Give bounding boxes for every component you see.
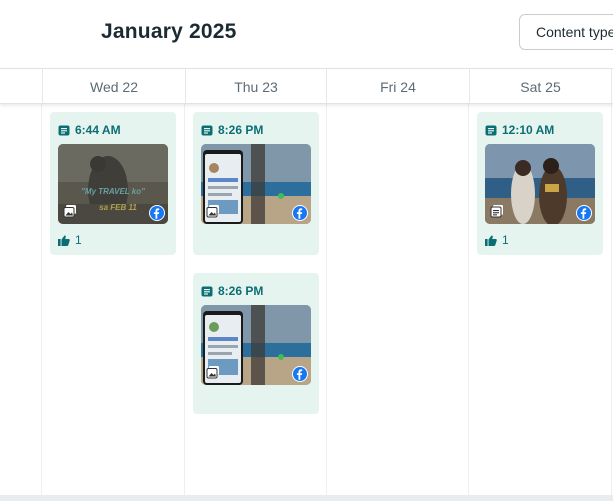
svg-text:"My TRAVEL ko": "My TRAVEL ko": [81, 187, 145, 196]
calendar-topbar: January 2025 Content types: [0, 0, 613, 68]
day-header-sat: Sat 25: [469, 69, 612, 104]
gallery-icon: [63, 205, 76, 218]
content-types-dropdown[interactable]: Content types: [519, 14, 613, 50]
post-time: 12:10 AM: [485, 123, 554, 137]
column-divider: [611, 104, 612, 496]
post-card-sat-1[interactable]: 12:10 AM 1: [477, 112, 603, 255]
document-icon: [490, 205, 503, 218]
post-time: 8:26 PM: [201, 123, 263, 137]
column-divider: [468, 104, 469, 496]
likes-value: 1: [75, 233, 82, 247]
post-time-label: 12:10 AM: [502, 123, 555, 137]
day-header-wed: Wed 22: [42, 69, 185, 104]
day-header-thu: Thu 23: [185, 69, 326, 104]
svg-text:sa FEB 11: sa FEB 11: [99, 203, 137, 212]
post-time: 8:26 PM: [201, 284, 263, 298]
post-doc-icon: [201, 125, 213, 135]
post-doc-icon: [58, 125, 70, 135]
likes-count: 1: [485, 233, 509, 247]
facebook-icon: [576, 205, 592, 221]
horizontal-scrollbar-track[interactable]: [0, 495, 613, 501]
post-card-thu-1[interactable]: 8:26 PM: [193, 112, 319, 255]
facebook-icon: [292, 205, 308, 221]
thumbs-up-icon: [58, 234, 70, 246]
column-divider: [184, 104, 185, 496]
thumbs-up-icon: [485, 234, 497, 246]
post-time-label: 8:26 PM: [218, 123, 264, 137]
post-thumbnail[interactable]: [485, 144, 595, 224]
column-divider: [41, 104, 42, 496]
likes-count: 1: [58, 233, 82, 247]
post-doc-icon: [485, 125, 497, 135]
post-time-label: 8:26 PM: [218, 284, 264, 298]
facebook-icon: [292, 366, 308, 382]
gallery-icon: [206, 205, 219, 218]
post-thumbnail[interactable]: "My TRAVEL ko" sa FEB 11: [58, 144, 168, 224]
post-thumbnail[interactable]: [201, 144, 311, 224]
post-card-wed-1[interactable]: 6:44 AM "My TRAVEL ko" sa FEB 11 1: [50, 112, 176, 255]
facebook-icon: [149, 205, 165, 221]
likes-value: 1: [502, 233, 509, 247]
post-time: 6:44 AM: [58, 123, 121, 137]
post-thumbnail[interactable]: [201, 305, 311, 385]
column-divider: [326, 104, 327, 496]
post-doc-icon: [201, 286, 213, 296]
post-time-label: 6:44 AM: [75, 123, 121, 137]
day-header-row: Wed 22 Thu 23 Fri 24 Sat 25: [0, 68, 613, 104]
day-header-fri: Fri 24: [326, 69, 469, 104]
gallery-icon: [206, 366, 219, 379]
post-card-thu-2[interactable]: 8:26 PM: [193, 273, 319, 414]
month-title: January 2025: [101, 20, 237, 43]
